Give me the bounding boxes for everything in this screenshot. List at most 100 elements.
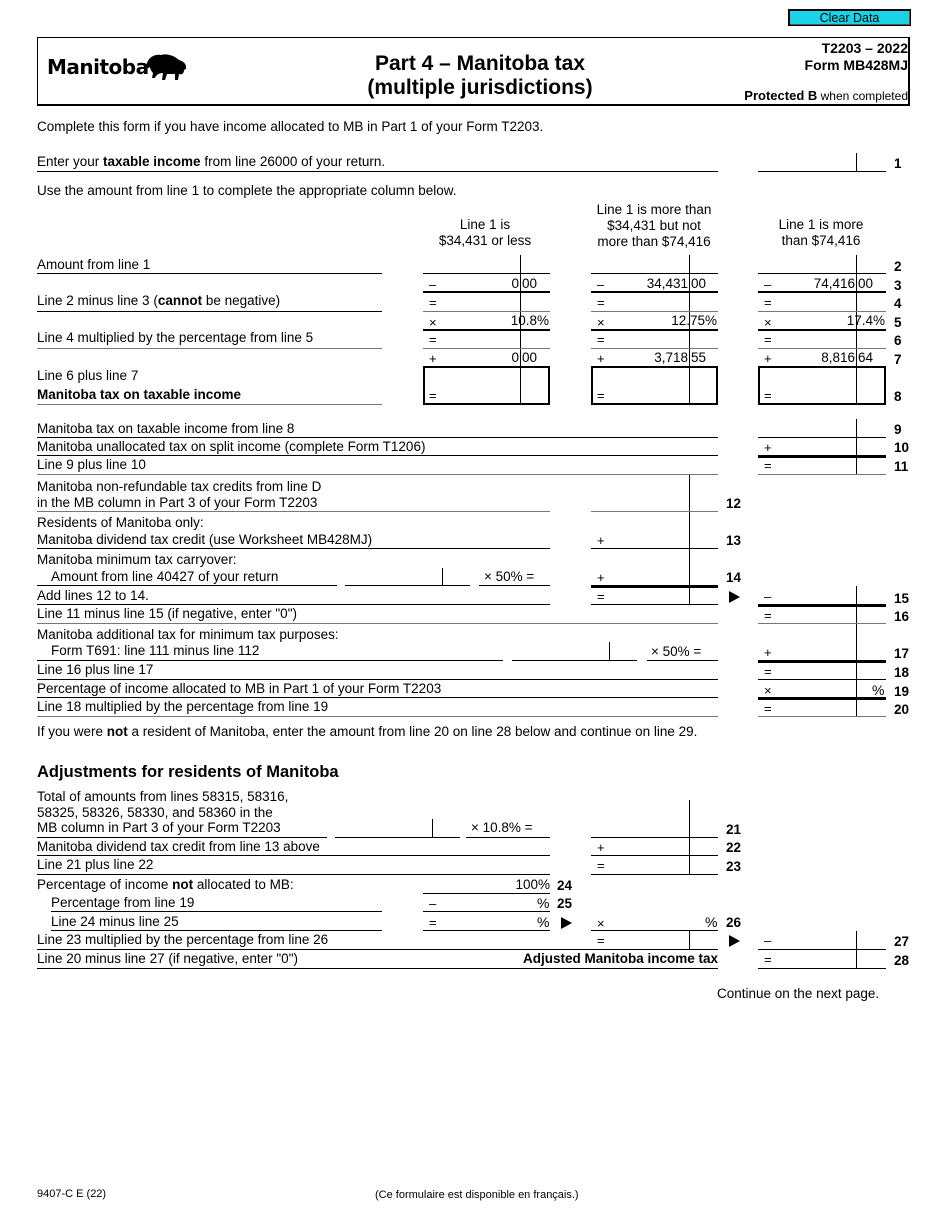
line-21-input[interactable] — [591, 820, 687, 836]
line-15-subtotal-input[interactable] — [605, 588, 687, 604]
col2-line-4-input[interactable] — [605, 295, 687, 311]
line-number: 23 — [726, 859, 742, 874]
clear-data-button[interactable]: Clear Data — [788, 9, 911, 26]
line-number: 18 — [894, 665, 910, 680]
line-number: 7 — [894, 352, 902, 367]
line-12-label: in the MB column in Part 3 of your Form … — [37, 495, 318, 510]
nonres-pre: If you were — [37, 724, 107, 739]
rule — [37, 585, 337, 586]
col2-line-6-input[interactable] — [605, 332, 687, 348]
line-14-label: Amount from line 40427 of your return — [51, 569, 279, 584]
line-15-input[interactable] — [772, 588, 854, 604]
line-25-input[interactable] — [440, 895, 535, 911]
times-10-8-percent: × 10.8% = — [471, 820, 533, 835]
rule — [423, 291, 550, 293]
line-26a-input[interactable] — [440, 914, 535, 930]
use-amount-text: Use the amount from line 1 to complete t… — [37, 183, 457, 198]
line-1-input[interactable] — [758, 154, 854, 170]
col1-line-2-input[interactable] — [423, 257, 518, 273]
adjusted-manitoba-income-tax-label: Adjusted Manitoba income tax — [522, 951, 718, 966]
line-number: 21 — [726, 822, 742, 837]
column-3-heading: Line 1 is more than $74,416 — [756, 217, 886, 249]
rule — [758, 329, 886, 331]
line-13-input[interactable] — [605, 531, 687, 547]
l24-bold: not — [172, 877, 194, 892]
adjustments-heading: Adjustments for residents of Manitoba — [37, 763, 339, 781]
rule — [758, 623, 886, 624]
line-11-input[interactable] — [772, 457, 854, 473]
line-23-input[interactable] — [605, 857, 687, 873]
l1-bold: taxable income — [103, 154, 201, 169]
col1-h2: $34,431 or less — [438, 233, 532, 248]
line-number: 10 — [894, 440, 910, 455]
rule — [591, 311, 718, 312]
line-4-label: Line 2 minus line 3 (cannot be negative) — [37, 293, 280, 309]
times-50-percent: × 50% = — [484, 569, 535, 584]
line-19-label: Percentage of income allocated to MB in … — [37, 681, 442, 696]
line-number: 5 — [894, 315, 902, 330]
line-21-amount-input[interactable] — [335, 820, 430, 836]
rule — [591, 273, 718, 274]
percent-sign: % — [537, 914, 550, 930]
rule — [37, 623, 718, 624]
line-12-input[interactable] — [591, 494, 687, 510]
line-14a-label: Manitoba minimum tax carryover: — [37, 552, 237, 567]
line-16-input[interactable] — [772, 607, 854, 623]
rule — [37, 697, 718, 698]
rule — [479, 585, 550, 586]
col3-line-8-input[interactable] — [772, 387, 854, 403]
form-code: Form MB428MJ — [804, 57, 908, 73]
form-code-footer: 9407-C E (22) — [37, 1188, 107, 1200]
rule — [591, 291, 718, 293]
col2-line-7-dollars: 3,718 — [654, 350, 688, 365]
col2-h0: Line 1 is more than — [596, 202, 712, 217]
line-19-input[interactable] — [772, 681, 868, 697]
rule — [591, 329, 718, 331]
rule — [37, 660, 503, 661]
line-11-label: Line 9 plus line 10 — [37, 457, 146, 472]
rule — [37, 273, 382, 274]
line-17-amount-input[interactable] — [512, 643, 607, 659]
rule — [758, 291, 886, 293]
line-10-input[interactable] — [772, 439, 854, 455]
line-24-label: Percentage of income not allocated to MB… — [37, 877, 294, 893]
line-number: 13 — [726, 533, 742, 548]
line-14-amount-input[interactable] — [345, 569, 440, 585]
rule — [591, 604, 718, 605]
l1-post: from line 26000 of your return. — [200, 154, 386, 169]
line-27-input[interactable] — [772, 932, 854, 948]
non-resident-note: If you were not a resident of Manitoba, … — [37, 724, 697, 740]
protected-b: Protected B — [744, 88, 818, 103]
line-9-input[interactable] — [758, 420, 854, 436]
line-18-input[interactable] — [772, 663, 854, 679]
l4-bold: cannot — [157, 293, 203, 308]
rule — [423, 930, 550, 931]
line-22-input[interactable] — [605, 839, 687, 855]
line-27-label: Line 23 multiplied by the percentage fro… — [37, 932, 329, 947]
line-1-field-rule — [758, 171, 886, 172]
equals-sign: = — [597, 933, 605, 948]
line-26-input[interactable] — [608, 914, 703, 930]
line-27a-input[interactable] — [605, 932, 687, 948]
line-28-input[interactable] — [772, 951, 854, 967]
col3-line-5-rate: 17.4% — [846, 313, 885, 328]
col2-line-2-input[interactable] — [591, 257, 687, 273]
col1-line-4-input[interactable] — [437, 295, 518, 311]
column-1-heading: Line 1 is $34,431 or less — [420, 217, 550, 249]
line-14-input[interactable] — [605, 568, 687, 584]
rule — [423, 348, 550, 349]
col1-line-6-input[interactable] — [437, 332, 518, 348]
arrow-right-icon — [729, 935, 740, 947]
col3-line-4-input[interactable] — [772, 295, 854, 311]
rule — [512, 660, 637, 661]
col1-line-8-input[interactable] — [437, 387, 518, 403]
col3-line-6-input[interactable] — [772, 332, 854, 348]
line-20-input[interactable] — [772, 700, 854, 716]
col2-line-8-input[interactable] — [605, 387, 687, 403]
plus-sign: + — [597, 570, 605, 585]
line-17-input[interactable] — [772, 644, 854, 660]
col3-line-2-input[interactable] — [758, 257, 854, 273]
l4-pre: Line 2 minus line 3 ( — [37, 293, 158, 308]
rule — [758, 437, 886, 438]
intro-text: Complete this form if you have income al… — [37, 119, 544, 134]
